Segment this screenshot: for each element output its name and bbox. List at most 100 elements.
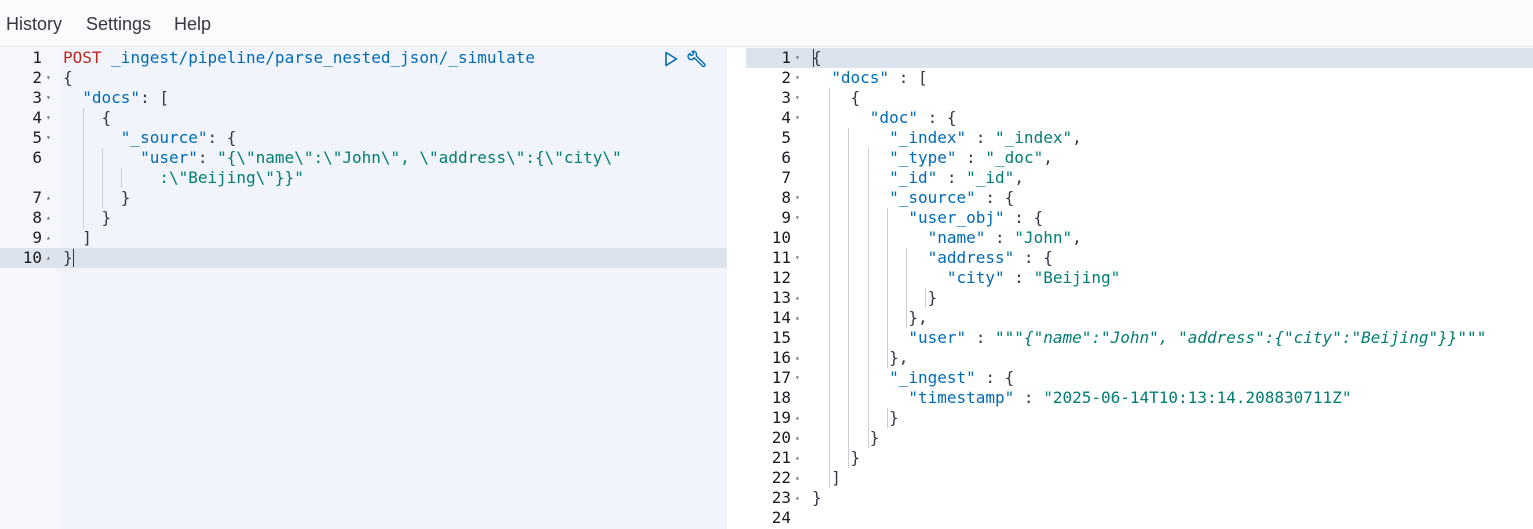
response-code-area: { "docs" : [ { "doc" : { "_index" : "_in… — [807, 48, 1533, 529]
code-line: "_index" : "_index", — [812, 128, 1082, 148]
code-token: "_source" — [120, 128, 208, 147]
fold-open-icon[interactable]: ▾ — [795, 48, 800, 68]
fold-close-icon[interactable]: ▴ — [795, 348, 800, 368]
fold-open-icon[interactable]: ▾ — [795, 188, 800, 208]
code-line: } — [63, 188, 131, 208]
code-line: "_source" : { — [812, 188, 1014, 208]
line-number: 15 — [771, 328, 791, 347]
code-token: } — [63, 248, 73, 267]
fold-close-icon[interactable]: ▴ — [46, 228, 51, 248]
code-line: "city" : "Beijing" — [812, 268, 1120, 288]
code-token: : { — [975, 188, 1015, 207]
code-line: } — [812, 288, 938, 308]
fold-close-icon[interactable]: ▴ — [795, 448, 800, 468]
indent-guide — [868, 148, 869, 448]
code-line: "docs": [ — [63, 88, 169, 108]
code-token: : — [966, 128, 996, 147]
code-token: _ingest/pipeline/parse_nested_json/_simu… — [111, 48, 536, 67]
code-line: "user": "{\"name\":\"John\", \"address\"… — [63, 148, 622, 168]
code-token: } — [812, 408, 899, 427]
code-token: ] — [63, 228, 92, 247]
fold-close-icon[interactable]: ▴ — [46, 188, 51, 208]
response-editor: 1 ▾ 2 ▾ 3 ▾ 4 ▾ 5 6 7 8 ▾ 9 ▾ 10 11 ▾ 12 13 ▴ 14 ▴ 15 16 ▴ 17 ▾ 18 19… — [746, 48, 1533, 529]
code-token: "docs" — [831, 68, 890, 87]
code-token: } — [63, 188, 131, 207]
code-line: ] — [812, 468, 841, 488]
request-editor[interactable]: 1 2 ▾ 3 ▾ 4 ▾ 5 ▾ 6 7 ▴ 8 ▴ 9 ▴ 10 ▴ POST _ingest/pipelin… — [0, 48, 727, 529]
indent-guide — [887, 408, 888, 428]
menu-help[interactable]: Help — [174, 13, 211, 35]
fold-open-icon[interactable]: ▾ — [795, 248, 800, 268]
fold-open-icon[interactable]: ▾ — [795, 208, 800, 228]
fold-close-icon[interactable]: ▴ — [795, 288, 800, 308]
indent-guide — [121, 168, 122, 188]
fold-close-icon[interactable]: ▴ — [795, 408, 800, 428]
line-number: 8 — [781, 188, 791, 207]
play-icon[interactable] — [664, 51, 678, 71]
request-code-area[interactable]: POST _ingest/pipeline/parse_nested_json/… — [58, 48, 727, 529]
menu-settings[interactable]: Settings — [86, 13, 151, 35]
code-line: ] — [63, 228, 92, 248]
code-token: { — [63, 68, 73, 87]
fold-close-icon[interactable]: ▴ — [46, 208, 51, 228]
line-number: 1 — [32, 48, 42, 67]
indent-guide — [925, 288, 926, 308]
wrench-icon[interactable] — [686, 50, 708, 74]
code-token: { — [812, 88, 861, 107]
line-number: 7 — [32, 188, 42, 207]
code-line: "timestamp" : "2025-06-14T10:13:14.20883… — [812, 388, 1351, 408]
fold-close-icon[interactable]: ▴ — [795, 428, 800, 448]
code-token: "city" — [946, 268, 1005, 287]
response-gutter: 1 ▾ 2 ▾ 3 ▾ 4 ▾ 5 6 7 8 ▾ 9 ▾ 10 11 ▾ 12 13 ▴ 14 ▴ 15 16 ▴ 17 ▾ 18 19… — [746, 48, 807, 529]
line-number: 2 — [32, 68, 42, 87]
line-number: 14 — [771, 308, 791, 327]
fold-open-icon[interactable]: ▾ — [46, 88, 51, 108]
indent-guide — [887, 208, 888, 368]
line-number: 12 — [771, 268, 791, 287]
fold-close-icon[interactable]: ▴ — [46, 248, 51, 268]
code-token: : { — [1014, 248, 1053, 267]
menu-bar: History Settings Help — [0, 0, 1533, 47]
code-token: : — [966, 328, 996, 347]
menu-history[interactable]: History — [6, 13, 62, 35]
fold-open-icon[interactable]: ▾ — [795, 368, 800, 388]
line-number: 23 — [771, 488, 791, 507]
line-number: 6 — [781, 148, 791, 167]
code-token: "_doc" — [985, 148, 1044, 167]
fold-open-icon[interactable]: ▾ — [46, 68, 51, 88]
code-line: :\"Beijing\"}}" — [63, 168, 304, 188]
indent-guide — [829, 88, 830, 488]
code-token: "doc" — [869, 108, 918, 127]
line-number: 4 — [32, 108, 42, 127]
code-token: "John" — [1014, 228, 1073, 247]
indent-guide — [83, 108, 84, 228]
fold-close-icon[interactable]: ▴ — [795, 468, 800, 488]
fold-open-icon[interactable]: ▾ — [795, 108, 800, 128]
pane-splitter[interactable] — [727, 48, 746, 529]
code-token: "address" — [927, 248, 1015, 267]
code-token: "timestamp" — [908, 388, 1015, 407]
code-line: "user" : """{"name":"John", "address":{"… — [812, 328, 1486, 348]
code-line: POST _ingest/pipeline/parse_nested_json/… — [63, 48, 535, 68]
line-number: 3 — [32, 88, 42, 107]
code-token: : — [937, 168, 967, 187]
code-token: "Beijing" — [1033, 268, 1121, 287]
code-token: } — [812, 288, 938, 307]
fold-open-icon[interactable]: ▾ — [795, 88, 800, 108]
code-token: "user_obj" — [908, 208, 1005, 227]
fold-open-icon[interactable]: ▾ — [46, 108, 51, 128]
fold-close-icon[interactable]: ▴ — [795, 488, 800, 508]
indent-guide — [906, 248, 907, 328]
code-token: } — [63, 208, 112, 227]
fold-close-icon[interactable]: ▴ — [795, 308, 800, 328]
fold-open-icon[interactable]: ▾ — [46, 128, 51, 148]
active-line-highlight — [58, 248, 727, 268]
code-token: , — [1043, 148, 1053, 167]
fold-open-icon[interactable]: ▾ — [795, 68, 800, 88]
